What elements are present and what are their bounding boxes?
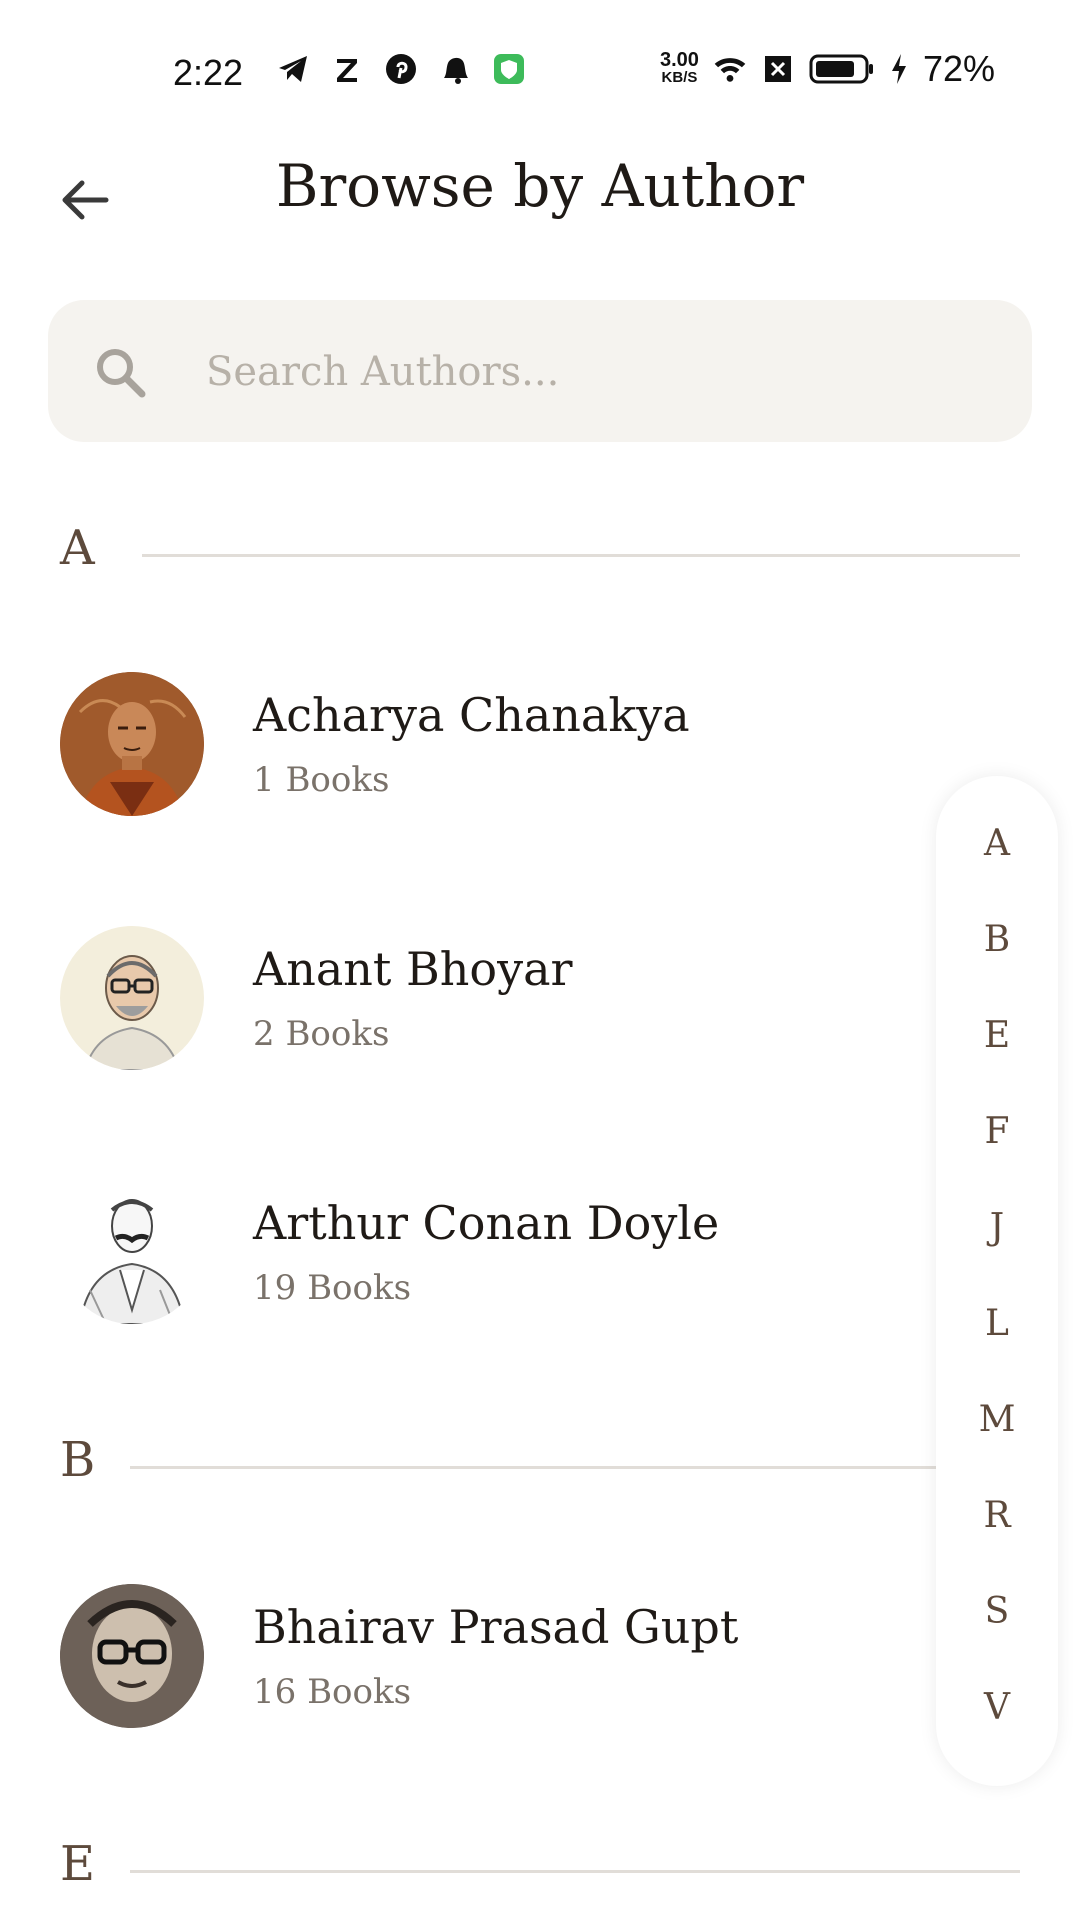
status-bar: 2:22 3.00 KB/S 72% <box>0 0 1080 140</box>
index-letter-r[interactable]: R <box>936 1486 1058 1546</box>
no-sim-icon <box>761 52 795 86</box>
search-icon <box>97 349 146 398</box>
status-system-icons: 3.00 KB/S 72% <box>660 48 995 90</box>
author-row-bhairav-prasad-gupt[interactable]: Bhairav Prasad Gupt 16 Books <box>60 1584 910 1734</box>
section-letter: B <box>60 1432 96 1488</box>
index-letter-a[interactable]: A <box>936 814 1058 874</box>
index-letter-j[interactable]: J <box>936 1198 1058 1258</box>
notification-bell-icon <box>438 52 472 86</box>
section-letter: E <box>60 1836 96 1892</box>
section-header-a: A <box>60 520 1020 590</box>
status-notification-icons <box>276 52 526 86</box>
index-letter-m[interactable]: M <box>936 1390 1058 1450</box>
battery-percent: 72% <box>922 48 995 89</box>
section-letter: A <box>60 520 95 576</box>
charging-icon <box>889 52 909 86</box>
top-app-bar: Browse by Author <box>0 140 1080 280</box>
index-letter-l[interactable]: L <box>936 1294 1058 1354</box>
author-name: Acharya Chanakya <box>253 688 690 742</box>
network-speed-unit: KB/S <box>661 69 698 86</box>
author-avatar <box>60 1180 204 1324</box>
pinterest-icon <box>384 52 418 86</box>
index-letter-s[interactable]: S <box>936 1582 1058 1642</box>
section-divider <box>130 1870 1020 1873</box>
search-bar[interactable] <box>48 300 1032 442</box>
page-title: Browse by Author <box>275 152 805 220</box>
wifi-icon <box>713 52 747 86</box>
author-row-arthur-conan-doyle[interactable]: Arthur Conan Doyle 19 Books <box>60 1180 910 1330</box>
author-avatar <box>60 1584 204 1728</box>
index-letter-v[interactable]: V <box>936 1678 1058 1738</box>
author-row-anant-bhoyar[interactable]: Anant Bhoyar 2 Books <box>60 926 910 1076</box>
telegram-icon <box>276 52 310 86</box>
author-name: Arthur Conan Doyle <box>253 1196 720 1250</box>
index-letter-f[interactable]: F <box>936 1102 1058 1162</box>
section-header-e: E <box>60 1836 1020 1906</box>
status-time: 2:22 <box>173 52 244 93</box>
author-row-acharya-chanakya[interactable]: Acharya Chanakya 1 Books <box>60 672 910 822</box>
author-avatar <box>60 672 204 816</box>
author-book-count: 19 Books <box>253 1268 412 1308</box>
author-name: Bhairav Prasad Gupt <box>253 1600 739 1654</box>
index-letter-e[interactable]: E <box>936 1006 1058 1066</box>
search-input[interactable] <box>204 336 988 408</box>
network-speed: 3.00 KB/S <box>660 49 699 87</box>
author-book-count: 2 Books <box>253 1014 390 1054</box>
battery-icon <box>809 52 875 86</box>
author-book-count: 16 Books <box>253 1672 412 1712</box>
alphabet-index[interactable]: A B E F J L M R S V <box>936 776 1058 1786</box>
network-speed-value: 3.00 <box>660 49 699 71</box>
index-letter-b[interactable]: B <box>936 910 1058 970</box>
author-name: Anant Bhoyar <box>253 942 573 996</box>
section-divider <box>130 1466 950 1469</box>
author-avatar <box>60 926 204 1070</box>
section-header-b: B <box>60 1432 1020 1502</box>
shield-app-icon <box>492 52 526 86</box>
section-divider <box>142 554 1020 557</box>
z-icon <box>330 52 364 86</box>
author-book-count: 1 Books <box>253 760 390 800</box>
